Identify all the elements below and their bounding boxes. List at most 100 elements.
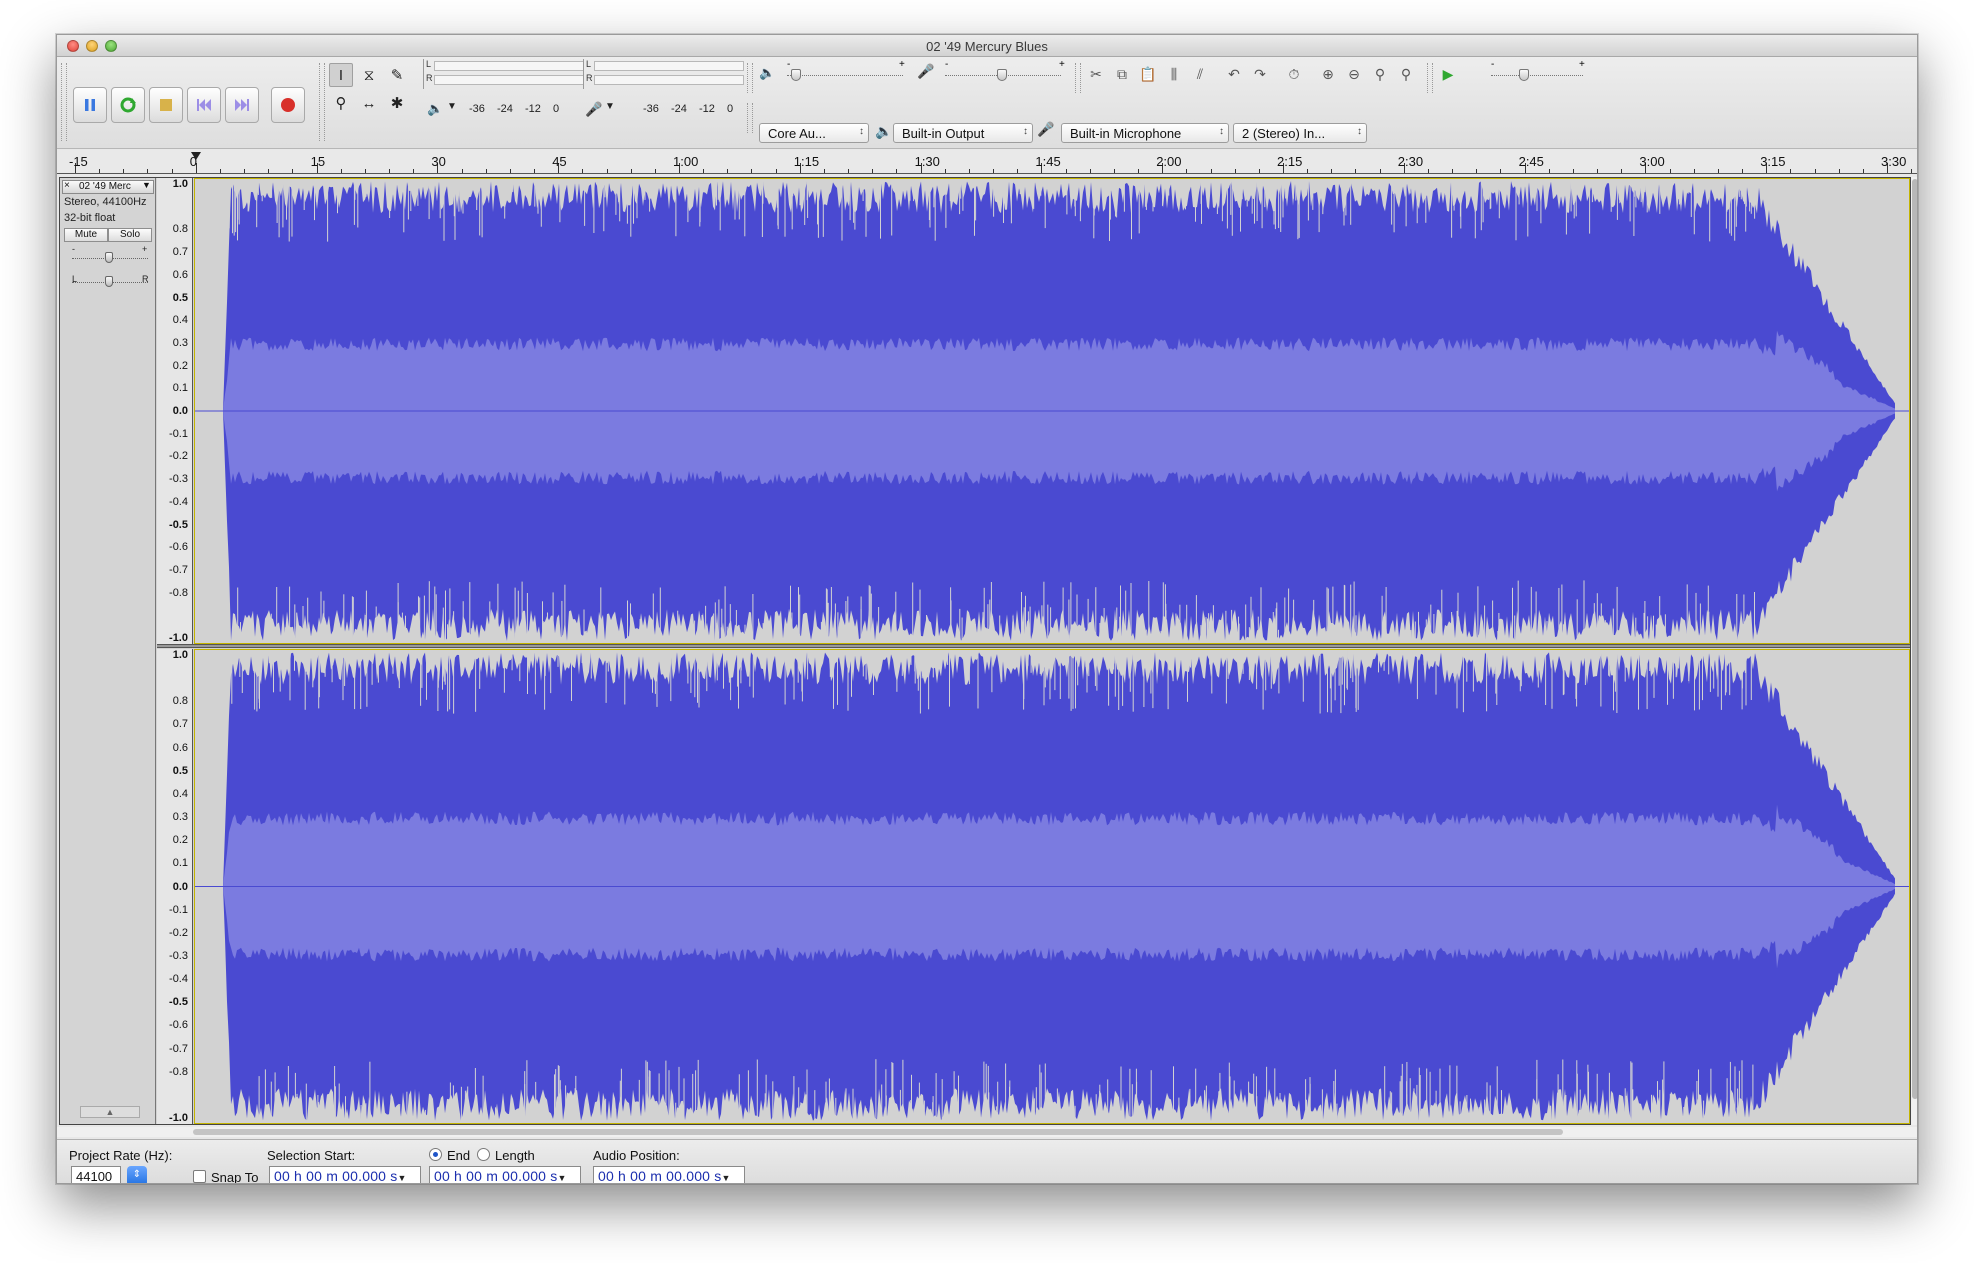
waveform-gap (1494, 650, 1496, 666)
time-shift-tool[interactable]: ↔ (357, 91, 381, 115)
waveform-gap (1047, 604, 1049, 643)
waveform-gap (1145, 179, 1147, 210)
mixer-toolbar-grip[interactable] (747, 63, 753, 93)
waveform-gap (1272, 612, 1274, 643)
record-button[interactable] (271, 87, 305, 123)
horizontal-scroll-thumb[interactable] (193, 1129, 1563, 1135)
amplitude-ruler-right-channel[interactable]: 1.0 0.8 0.7 0.6 0.5 0.4 0.3 0.2 0.1 0.0 -0.1 -0.2 -0… (157, 649, 193, 1124)
track-close-button[interactable]: × (64, 180, 70, 191)
audio-position-time[interactable]: 00 h 00 m 00.000 s▼ (593, 1166, 745, 1183)
waveform-gap (1562, 1059, 1564, 1123)
playback-meter[interactable]: L R (423, 59, 584, 89)
waveform-gap (738, 650, 739, 709)
end-radio[interactable] (429, 1148, 442, 1161)
waveform-gap (1248, 627, 1250, 643)
mute-button[interactable]: Mute (64, 228, 108, 242)
undo-button[interactable]: ↶ (1223, 63, 1245, 85)
trim-button[interactable]: ⫼ (1163, 63, 1185, 85)
device-toolbar-grip[interactable] (747, 103, 753, 133)
cut-button[interactable]: ✂ (1085, 63, 1107, 85)
paste-button[interactable]: 📋 (1137, 63, 1159, 85)
draw-tool[interactable]: ✎ (385, 63, 409, 87)
audio-track[interactable]: 02 '49 Merc × ▼ Stereo, 44100Hz 32-bit f… (59, 177, 1911, 1125)
format-menu-icon[interactable]: ▼ (557, 1173, 566, 1183)
waveform-gap (895, 591, 897, 643)
vertical-scrollbar[interactable] (1911, 177, 1917, 1125)
selection-start-time[interactable]: 00 h 00 m 00.000 s▼ (269, 1166, 421, 1183)
collapse-track-button[interactable]: ▲ (80, 1106, 140, 1118)
envelope-tool[interactable]: ⧖ (357, 63, 381, 87)
output-volume-track[interactable] (787, 75, 903, 77)
zoom-out-button[interactable]: ⊖ (1343, 63, 1365, 85)
waveform-gap (1729, 650, 1731, 696)
waveform-gap (695, 1070, 697, 1123)
pause-button[interactable] (73, 87, 107, 123)
input-device-select[interactable]: Built-in Microphone (1061, 123, 1229, 143)
amplitude-ruler-left-channel[interactable]: 1.0 0.8 0.7 0.6 0.5 0.4 0.3 0.2 0.1 0.0 -0.1 -0.2 -0… (157, 178, 193, 644)
recording-meter[interactable]: L R (583, 59, 744, 89)
skip-to-end-button[interactable] (225, 87, 259, 123)
horizontal-scrollbar[interactable] (57, 1127, 1917, 1137)
stop-button[interactable] (149, 87, 183, 123)
waveform-gap (845, 601, 847, 643)
selection-end-time[interactable]: 00 h 00 m 00.000 s▼ (429, 1166, 581, 1183)
redo-button[interactable]: ↷ (1249, 63, 1271, 85)
output-volume-slider[interactable] (791, 69, 801, 81)
waveform-gap (1147, 650, 1149, 670)
waveform-gap (901, 650, 903, 676)
recording-meter-menu-icon[interactable]: ▼ (605, 101, 615, 112)
waveform-gap (615, 1108, 617, 1123)
waveform-gap (1474, 179, 1476, 239)
timeline-ruler[interactable]: -15 0 15 30 45 1:00 1:15 1:30 1:45 2:00 2:15 2:30 2:… (57, 150, 1917, 174)
length-radio[interactable] (477, 1148, 490, 1161)
project-rate-input[interactable]: 44100 (71, 1166, 121, 1183)
waveform-gap (1076, 594, 1078, 643)
track-menu-arrow-icon[interactable]: ▼ (142, 180, 151, 190)
waveform-right-channel[interactable] (194, 649, 1910, 1124)
play-head-marker[interactable] (190, 152, 201, 160)
play-button[interactable] (111, 87, 145, 123)
play-at-speed-button[interactable]: ▶ (1437, 63, 1459, 85)
multi-tool[interactable]: ✱ (385, 91, 409, 115)
playback-meter-menu-icon[interactable]: ▼ (447, 101, 457, 112)
pan-slider[interactable] (105, 276, 113, 287)
play-speed-slider[interactable] (1519, 69, 1529, 81)
output-device-select[interactable]: Built-in Output (893, 123, 1033, 143)
edit-toolbar-grip[interactable] (1075, 63, 1081, 93)
gain-slider[interactable] (105, 252, 113, 263)
zoom-tool[interactable]: ⚲ (329, 91, 353, 115)
solo-button[interactable]: Solo (108, 228, 152, 242)
snap-to-checkbox[interactable] (193, 1170, 206, 1183)
waveform-gap (312, 650, 314, 688)
waveform-gap (333, 1110, 335, 1123)
selection-tool[interactable]: I (329, 63, 353, 87)
waveform-gap (1309, 1083, 1311, 1123)
sync-lock-button[interactable]: ⏱ (1283, 63, 1305, 85)
ruler-minor-tick (1065, 169, 1067, 173)
waveform-gap (999, 615, 1001, 643)
input-volume-slider[interactable] (997, 69, 1007, 81)
waveform-gap (929, 179, 931, 228)
copy-button[interactable]: ⧉ (1111, 63, 1133, 85)
waveform-left-channel[interactable] (194, 178, 1910, 644)
transport-toolbar-grip[interactable] (61, 63, 67, 141)
vertical-scroll-thumb[interactable] (1912, 179, 1917, 1099)
waveform-gap (865, 179, 867, 237)
waveform-gap (1696, 1081, 1698, 1123)
track-control-panel[interactable]: 02 '49 Merc × ▼ Stereo, 44100Hz 32-bit f… (60, 178, 156, 1124)
play-speed-track[interactable] (1491, 75, 1583, 77)
fit-selection-button[interactable]: ⚲ (1369, 63, 1391, 85)
tools-toolbar-grip[interactable] (319, 63, 325, 141)
silence-button[interactable]: ⫽ (1189, 63, 1211, 85)
amplitude-label: -0.6 (169, 541, 188, 554)
audio-host-select[interactable]: Core Au... (759, 123, 869, 143)
skip-to-start-button[interactable] (187, 87, 221, 123)
format-menu-icon[interactable]: ▼ (721, 1173, 730, 1183)
track-name-menu[interactable]: 02 '49 Merc (62, 180, 154, 194)
transcription-toolbar-grip[interactable] (1427, 63, 1433, 93)
zoom-in-button[interactable]: ⊕ (1317, 63, 1339, 85)
input-channels-select[interactable]: 2 (Stereo) In... (1233, 123, 1367, 143)
format-menu-icon[interactable]: ▼ (397, 1173, 406, 1183)
fit-project-button[interactable]: ⚲ (1395, 63, 1417, 85)
project-rate-stepper[interactable]: ⇕ (127, 1166, 147, 1183)
